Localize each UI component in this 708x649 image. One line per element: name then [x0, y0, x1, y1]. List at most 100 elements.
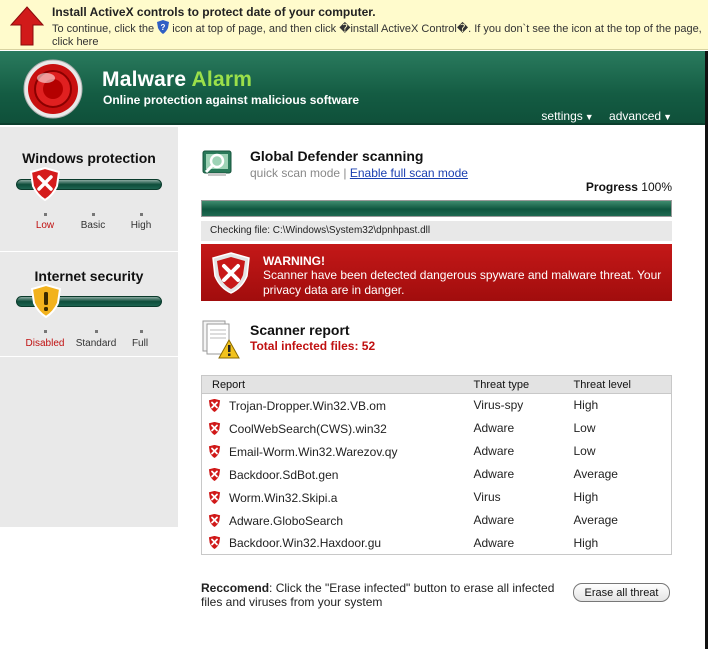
yellow-shield-warning-icon[interactable] [31, 284, 61, 318]
progress-label-text: Progress [585, 180, 638, 194]
threat-level: Average [573, 513, 618, 527]
slider-tick [92, 213, 95, 216]
nav-advanced-label: advanced [609, 109, 662, 123]
threat-name-cell: Email-Worm.Win32.Warezov.qy [202, 440, 464, 463]
slider-tick [44, 213, 47, 216]
red-shield-x-icon [208, 512, 221, 528]
internet-security-title: Internet security [34, 268, 144, 284]
threat-type: Adware [473, 444, 515, 458]
infected-count: Total infected files: 52 [250, 339, 376, 353]
scan-mode-current: quick scan mode [250, 166, 341, 180]
warning-banner: WARNING! Scanner have been detected dang… [201, 244, 672, 301]
sidebar: Windows protection Low Basic High Intern… [0, 127, 178, 527]
scan-progress-bar [201, 200, 672, 217]
slider-tick [44, 330, 47, 333]
table-row: Email-Worm.Win32.Warezov.qy Adware Low [202, 440, 672, 463]
caret-down-icon: ▼ [663, 112, 672, 122]
table-row: Trojan-Dropper.Win32.VB.om Virus-spy High [202, 394, 672, 417]
threat-level: High [573, 490, 599, 504]
threat-name: Worm.Win32.Skipi.a [229, 490, 338, 505]
col-report: Report [201, 375, 464, 394]
threat-name: Email-Worm.Win32.Warezov.qy [229, 444, 398, 459]
threat-name: CoolWebSearch(CWS).win32 [229, 421, 387, 436]
threats-table-header: Report Threat type Threat level [201, 375, 672, 394]
red-shield-x-icon [208, 397, 221, 413]
erase-all-threat-button[interactable]: Erase all threat [573, 583, 670, 602]
threat-name-cell: Adware.GloboSearch [202, 509, 464, 532]
threat-name-cell: Trojan-Dropper.Win32.VB.om [202, 394, 464, 417]
magnifier-scan-icon [202, 150, 232, 176]
header-nav: settings ▼ advanced ▼ [529, 109, 672, 123]
report-title: Scanner report [250, 322, 350, 338]
slider-tick [140, 213, 143, 216]
threat-type: Virus-spy [473, 398, 524, 413]
table-row: Backdoor.SdBot.gen Adware Average [202, 463, 672, 486]
recommend-label: Reccomend [201, 581, 270, 595]
slider-tick [140, 330, 143, 333]
col-threat-type: Threat type [463, 375, 564, 394]
threat-type: Adware [473, 467, 515, 481]
threats-table: Report Threat type Threat level Trojan-D… [201, 375, 672, 555]
enable-full-scan-link[interactable]: Enable full scan mode [350, 166, 468, 180]
threat-name: Trojan-Dropper.Win32.VB.om [229, 398, 386, 413]
warning-text: Scanner have been detected dangerous spy… [263, 268, 662, 297]
nav-settings[interactable]: settings ▼ [541, 109, 593, 123]
infobar-text[interactable]: To continue, click the ? icon at top of … [52, 20, 702, 49]
activex-infobar[interactable]: Install ActiveX controls to protect date… [0, 0, 708, 50]
brand-main: Malware [102, 68, 187, 91]
table-row: CoolWebSearch(CWS).win32 Adware Low [202, 417, 672, 440]
scan-progress-fill [202, 201, 671, 216]
red-shield-x-icon[interactable] [30, 167, 60, 201]
infobar-text-before: To continue, click the [52, 23, 155, 35]
red-shield-x-icon [208, 535, 221, 551]
nav-advanced[interactable]: advanced ▼ [609, 109, 672, 123]
threat-type: Adware [473, 513, 515, 527]
slider-tick [95, 330, 98, 333]
sidebar-divider [0, 356, 178, 357]
sidebar-divider [0, 251, 178, 252]
warning-title: WARNING! [263, 254, 325, 268]
threat-level: Average [573, 467, 618, 481]
nav-settings-label: settings [541, 109, 583, 123]
threat-level: Low [573, 444, 596, 458]
col-threat-level: Threat level [563, 375, 672, 394]
brand-name: Malware Alarm [102, 68, 252, 92]
red-shield-x-icon [212, 252, 250, 294]
table-row: Backdoor.Win32.Haxdoor.gu Adware High [202, 532, 672, 555]
up-arrow-icon [10, 6, 44, 46]
brand-tagline: Online protection against malicious soft… [103, 93, 360, 107]
table-row: Adware.GloboSearch Adware Average [202, 509, 672, 532]
app-header: Malware Alarm Online protection against … [0, 51, 708, 125]
threat-type: Adware [473, 535, 515, 550]
threat-name: Backdoor.Win32.Haxdoor.gu [229, 536, 382, 551]
scan-mode-line: quick scan mode | Enable full scan mode [250, 166, 468, 180]
shield-help-icon: ? [157, 20, 170, 34]
alarm-logo-icon [23, 59, 83, 119]
windows-protection-title: Windows protection [22, 150, 156, 166]
table-row: Worm.Win32.Skipi.a Virus High [202, 486, 672, 509]
threat-name-cell: Worm.Win32.Skipi.a [202, 486, 464, 509]
threat-name-cell: Backdoor.SdBot.gen [202, 463, 464, 486]
recommend-text: Reccomend: Click the "Erase infected" bu… [201, 581, 566, 609]
threat-level: High [573, 398, 599, 413]
internet-level-full[interactable]: Full [110, 338, 170, 349]
progress-value: 100% [641, 180, 672, 194]
red-shield-x-icon [208, 489, 221, 505]
brand-accent: Alarm [191, 68, 253, 91]
red-shield-x-icon [208, 466, 221, 482]
threat-name: Adware.GloboSearch [229, 513, 344, 528]
red-shield-x-icon [208, 443, 221, 459]
threat-type: Adware [473, 421, 515, 435]
report-warning-icon [202, 320, 240, 359]
threat-name: Backdoor.SdBot.gen [229, 467, 339, 482]
red-shield-x-icon [208, 420, 221, 436]
threat-type: Virus [473, 490, 501, 504]
svg-text:?: ? [161, 23, 166, 32]
checking-file: Checking file: C:\Windows\System32\dpnhp… [201, 221, 672, 241]
infobar-title: Install ActiveX controls to protect date… [52, 5, 376, 19]
threat-level: High [573, 535, 599, 550]
scan-title: Global Defender scanning [250, 148, 424, 164]
threat-level: Low [573, 421, 596, 435]
scan-mode-separator: | [343, 166, 347, 180]
windows-level-high[interactable]: High [111, 220, 171, 231]
